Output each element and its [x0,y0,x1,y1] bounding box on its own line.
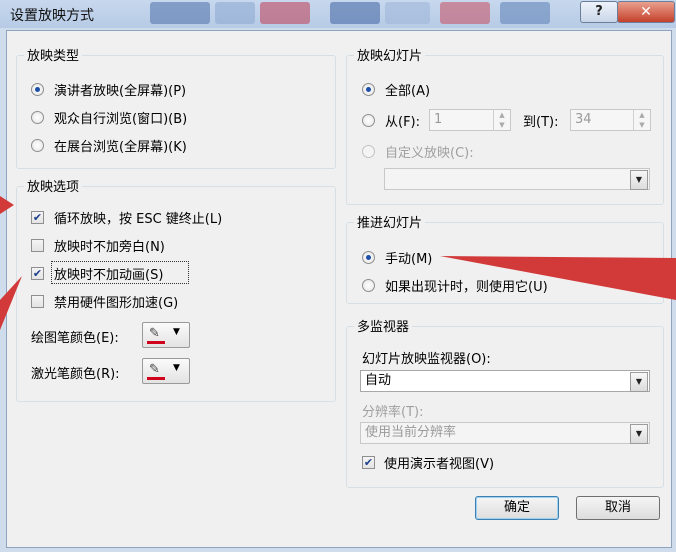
annotation-arrow-manual [440,256,676,300]
annotation-arrow-loop [0,196,14,214]
annotation-overlay [0,196,676,330]
annotation-arrow-no-animation [0,276,22,330]
